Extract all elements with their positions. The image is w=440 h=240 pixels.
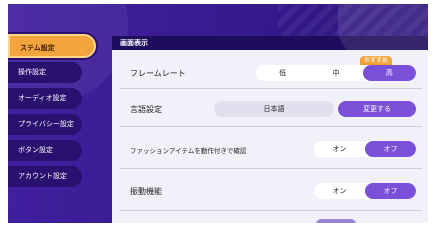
sidebar-item-label: プライバシー設定 [18, 120, 74, 128]
fashion-motion-label: ファッションアイテムを動作付きで確認 [130, 147, 247, 155]
vibration-off-option[interactable]: オフ [365, 183, 416, 199]
frame-rate-high-option[interactable]: 高 [362, 65, 416, 81]
sidebar-item-account[interactable]: アカウント設定 [8, 166, 82, 187]
frame-rate-mid-option[interactable]: 中 [309, 65, 362, 81]
settings-sidebar: ステム設定 操作設定 オーディオ設定 プライバシー設定 ボタン設定 アカウント設… [8, 32, 100, 192]
sidebar-item-privacy[interactable]: プライバシー設定 [8, 114, 82, 135]
language-label: 言語設定 [130, 105, 162, 114]
sidebar-item-buttons[interactable]: ボタン設定 [8, 140, 82, 161]
settings-screen: ステム設定 操作設定 オーディオ設定 プライバシー設定 ボタン設定 アカウント設… [8, 4, 428, 223]
fashion-motion-row: ファッションアイテムを動作付きで確認 オン オフ [120, 130, 422, 169]
frame-rate-row: フレームレート おすすめ 低 中 高 [120, 54, 422, 89]
frame-rate-selector: 低 中 高 [256, 65, 416, 81]
sidebar-item-controls[interactable]: 操作設定 [8, 62, 82, 83]
sidebar-item-system[interactable]: ステム設定 [8, 34, 96, 58]
language-value: 日本語 [214, 101, 334, 117]
sidebar-item-label: アカウント設定 [18, 172, 67, 180]
frame-rate-low-option[interactable]: 低 [256, 65, 309, 81]
vibration-row: 振動機能 オン オフ [120, 172, 422, 211]
change-language-button[interactable]: 変更する [338, 101, 416, 117]
sidebar-item-label: 操作設定 [18, 68, 46, 76]
vibration-on-option[interactable]: オン [314, 183, 365, 199]
sidebar-item-label: ステム設定 [20, 44, 55, 52]
section-title: 画面表示 [112, 36, 428, 50]
sidebar-item-label: ボタン設定 [18, 146, 53, 154]
frame-rate-label: フレームレート [130, 69, 186, 78]
vibration-label: 振動機能 [130, 187, 162, 196]
sidebar-item-label: オーディオ設定 [18, 94, 67, 102]
fashion-motion-on-option[interactable]: オン [314, 141, 365, 157]
fashion-motion-off-option[interactable]: オフ [365, 141, 416, 157]
next-row-peek [316, 219, 356, 223]
language-row: 言語設定 日本語 変更する [120, 92, 422, 127]
screenshot-frame: ステム設定 操作設定 オーディオ設定 プライバシー設定 ボタン設定 アカウント設… [0, 0, 440, 230]
recommended-badge: おすすめ [360, 56, 393, 65]
vibration-toggle: オン オフ [314, 183, 416, 199]
settings-panel: 画面表示 フレームレート おすすめ 低 中 高 言語設定 日本語 変更する ファ… [112, 36, 428, 223]
sidebar-item-audio[interactable]: オーディオ設定 [8, 88, 82, 109]
fashion-motion-toggle: オン オフ [314, 141, 416, 157]
